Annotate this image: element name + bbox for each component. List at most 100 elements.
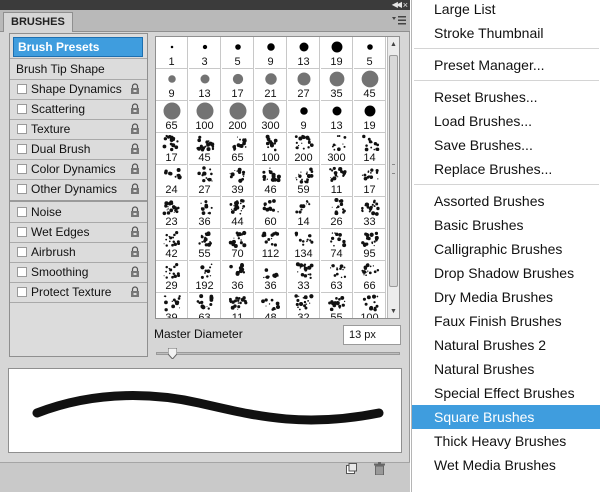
tab-brushes[interactable]: BRUSHES [3, 12, 73, 32]
option-texture[interactable]: Texture [10, 119, 147, 139]
master-diameter-slider-thumb[interactable] [168, 348, 178, 359]
menu-item-wet-media-brushes[interactable]: Wet Media Brushes [412, 453, 600, 477]
brush-preset-cell[interactable]: 100 [189, 101, 221, 133]
brush-preset-cell[interactable]: 95 [354, 229, 386, 261]
brush-preset-cell[interactable]: 45 [189, 133, 221, 165]
menu-item-assorted-brushes[interactable]: Assorted Brushes [412, 189, 600, 213]
shape-dynamics-checkbox[interactable] [17, 84, 27, 94]
menu-item-square-brushes[interactable]: Square Brushes [412, 405, 600, 429]
brush-preset-cell[interactable]: 46 [255, 165, 287, 197]
brush-preset-cell[interactable]: 63 [321, 261, 353, 293]
lock-icon[interactable] [130, 83, 140, 95]
brush-preset-cell[interactable]: 35 [321, 69, 353, 101]
brush-preset-cell[interactable]: 1 [156, 37, 188, 69]
brush-preset-cell[interactable]: 32 [288, 293, 320, 318]
brush-preset-cell[interactable]: 26 [321, 197, 353, 229]
menu-item-large-list[interactable]: Large List [412, 0, 600, 21]
menu-item-preset-manager[interactable]: Preset Manager... [412, 53, 600, 77]
brush-preset-cell[interactable]: 24 [156, 165, 188, 197]
menu-item-drop-shadow-brushes[interactable]: Drop Shadow Brushes [412, 261, 600, 285]
wet-edges-checkbox[interactable] [17, 227, 27, 237]
brush-preset-cell[interactable]: 74 [321, 229, 353, 261]
brush-preset-cell[interactable]: 44 [222, 197, 254, 229]
brush-preset-cell[interactable]: 42 [156, 229, 188, 261]
option-protect-texture[interactable]: Protect Texture [10, 282, 147, 302]
brush-preset-cell[interactable]: 11 [222, 293, 254, 318]
brush-preset-cell[interactable]: 27 [288, 69, 320, 101]
protect-texture-checkbox[interactable] [17, 287, 27, 297]
new-brush-preset-icon[interactable] [346, 463, 357, 474]
option-dual-brush[interactable]: Dual Brush [10, 139, 147, 159]
brush-preset-cell[interactable]: 65 [156, 101, 188, 133]
brush-preset-cell[interactable]: 19 [354, 101, 386, 133]
brush-preset-cell[interactable]: 17 [156, 133, 188, 165]
noise-checkbox[interactable] [17, 207, 27, 217]
brush-preset-cell[interactable]: 55 [189, 229, 221, 261]
option-scattering[interactable]: Scattering [10, 99, 147, 119]
brush-preset-cell[interactable]: 134 [288, 229, 320, 261]
brush-preset-cell[interactable]: 3 [189, 37, 221, 69]
lock-icon[interactable] [130, 163, 140, 175]
lock-icon[interactable] [130, 246, 140, 258]
scattering-checkbox[interactable] [17, 104, 27, 114]
brush-preset-cell[interactable]: 36 [189, 197, 221, 229]
brush-preset-cell[interactable]: 112 [255, 229, 287, 261]
dual-brush-checkbox[interactable] [17, 144, 27, 154]
lock-icon[interactable] [130, 183, 140, 195]
lock-icon[interactable] [130, 226, 140, 238]
lock-icon[interactable] [130, 123, 140, 135]
option-noise[interactable]: Noise [10, 202, 147, 222]
menu-item-faux-finish-brushes[interactable]: Faux Finish Brushes [412, 309, 600, 333]
brush-preset-cell[interactable]: 13 [189, 69, 221, 101]
brush-preset-cell[interactable]: 36 [255, 261, 287, 293]
brush-preset-cell[interactable]: 100 [255, 133, 287, 165]
option-smoothing[interactable]: Smoothing [10, 262, 147, 282]
brush-preset-cell[interactable]: 39 [222, 165, 254, 197]
color-dynamics-checkbox[interactable] [17, 164, 27, 174]
scroll-up-arrow-icon[interactable]: ▲ [390, 41, 397, 48]
brush-preset-cell[interactable]: 33 [288, 261, 320, 293]
brush-preset-cell[interactable]: 14 [354, 133, 386, 165]
brush-preset-cell[interactable]: 45 [354, 69, 386, 101]
brush-preset-cell[interactable]: 36 [222, 261, 254, 293]
menu-item-special-effect-brushes[interactable]: Special Effect Brushes [412, 381, 600, 405]
trash-icon[interactable] [374, 462, 385, 475]
brush-preset-cell[interactable]: 19 [321, 37, 353, 69]
airbrush-checkbox[interactable] [17, 247, 27, 257]
brush-preset-cell[interactable]: 23 [156, 197, 188, 229]
brush-preset-cell[interactable]: 65 [222, 133, 254, 165]
menu-item-thick-heavy-brushes[interactable]: Thick Heavy Brushes [412, 429, 600, 453]
close-icon[interactable]: × [403, 0, 408, 10]
brush-preset-cell[interactable]: 300 [255, 101, 287, 133]
menu-item-reset-brushes[interactable]: Reset Brushes... [412, 85, 600, 109]
menu-item-dry-media-brushes[interactable]: Dry Media Brushes [412, 285, 600, 309]
smoothing-checkbox[interactable] [17, 267, 27, 277]
lock-icon[interactable] [130, 206, 140, 218]
brush-preset-cell[interactable]: 9 [156, 69, 188, 101]
brush-preset-cell[interactable]: 29 [156, 261, 188, 293]
brush-preset-cell[interactable]: 70 [222, 229, 254, 261]
option-airbrush[interactable]: Airbrush [10, 242, 147, 262]
brush-preset-cell[interactable]: 11 [321, 165, 353, 197]
brush-preset-cell[interactable]: 55 [321, 293, 353, 318]
brush-preset-cell[interactable]: 21 [255, 69, 287, 101]
brush-preset-cell[interactable]: 27 [189, 165, 221, 197]
lock-icon[interactable] [130, 266, 140, 278]
other-dynamics-checkbox[interactable] [17, 184, 27, 194]
brush-preset-cell[interactable]: 17 [222, 69, 254, 101]
menu-item-natural-brushes-2[interactable]: Natural Brushes 2 [412, 333, 600, 357]
lock-icon[interactable] [130, 286, 140, 298]
brush-preset-cell[interactable]: 200 [222, 101, 254, 133]
texture-checkbox[interactable] [17, 124, 27, 134]
option-shape-dynamics[interactable]: Shape Dynamics [10, 79, 147, 99]
menu-item-replace-brushes[interactable]: Replace Brushes... [412, 157, 600, 181]
brush-preset-cell[interactable]: 48 [255, 293, 287, 318]
option-brush-presets[interactable]: Brush Presets [13, 37, 143, 57]
lock-icon[interactable] [130, 103, 140, 115]
brush-preset-cell[interactable]: 63 [189, 293, 221, 318]
brush-preset-cell[interactable]: 59 [288, 165, 320, 197]
brush-preset-cell[interactable]: 60 [255, 197, 287, 229]
master-diameter-input[interactable]: 13 px [343, 325, 401, 345]
menu-item-stroke-thumbnail[interactable]: Stroke Thumbnail [412, 21, 600, 45]
scroll-thumb[interactable] [389, 55, 398, 287]
